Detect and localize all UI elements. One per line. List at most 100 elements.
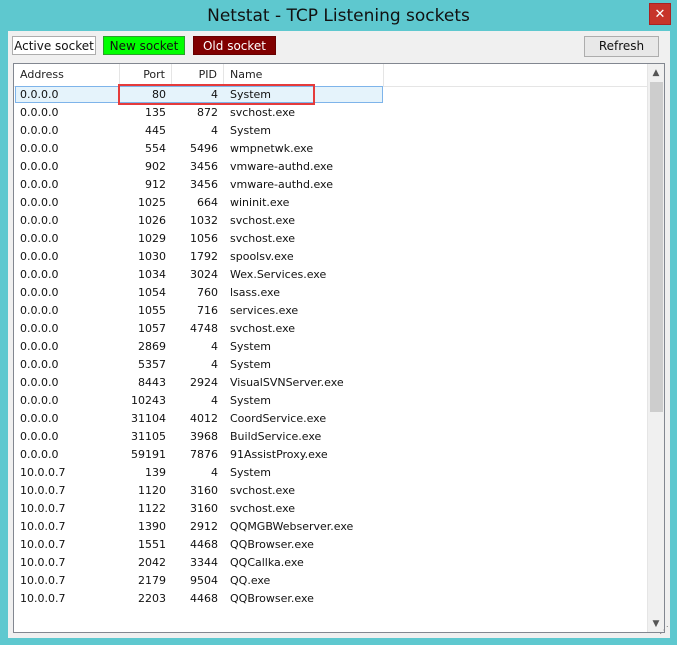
- cell-name: 91AssistProxy.exe: [230, 448, 328, 461]
- cell-name: BuildService.exe: [230, 430, 322, 443]
- cell-address: 10.0.0.7: [20, 466, 66, 479]
- cell-name: svchost.exe: [230, 322, 296, 335]
- cell-port: 912: [145, 178, 166, 191]
- close-button[interactable]: ✕: [649, 3, 671, 25]
- cell-name: spoolsv.exe: [230, 250, 294, 263]
- table-row[interactable]: 10.0.0.7 1122 3160 svchost.exe: [14, 500, 647, 518]
- cell-port: 1034: [138, 268, 166, 281]
- cell-pid: 3024: [190, 268, 218, 281]
- cell-name: svchost.exe: [230, 484, 296, 497]
- cell-port: 902: [145, 160, 166, 173]
- cell-port: 2869: [138, 340, 166, 353]
- vertical-scrollbar[interactable]: ▲ ▼: [647, 64, 664, 632]
- cell-pid: 1792: [190, 250, 218, 263]
- table-row[interactable]: 10.0.0.7 1390 2912 QQMGBWebserver.exe: [14, 518, 647, 536]
- column-header-pid[interactable]: PID: [172, 64, 224, 86]
- table-row[interactable]: 0.0.0.0 1055 716 services.exe: [14, 302, 647, 320]
- cell-port: 1057: [138, 322, 166, 335]
- cell-address: 0.0.0.0: [20, 322, 59, 335]
- table-row[interactable]: 0.0.0.0 1026 1032 svchost.exe: [14, 212, 647, 230]
- close-icon: ✕: [654, 6, 666, 22]
- table-row[interactable]: 0.0.0.0 1054 760 lsass.exe: [14, 284, 647, 302]
- cell-pid: 4468: [190, 592, 218, 605]
- window-title: Netstat - TCP Listening sockets: [207, 6, 470, 26]
- cell-name: System: [230, 394, 272, 407]
- cell-pid: 760: [197, 286, 218, 299]
- cell-address: 0.0.0.0: [20, 88, 59, 101]
- table-row[interactable]: 0.0.0.0 135 872 svchost.exe: [14, 104, 647, 122]
- scroll-up-icon[interactable]: ▲: [648, 64, 664, 81]
- table-row[interactable]: 0.0.0.0 5357 4 System: [14, 356, 647, 374]
- table-row[interactable]: 10.0.0.7 2203 4468 QQBrowser.exe: [14, 590, 647, 608]
- cell-name: lsass.exe: [230, 286, 280, 299]
- table-row[interactable]: 0.0.0.0 8443 2924 VisualSVNServer.exe: [14, 374, 647, 392]
- cell-port: 31104: [131, 412, 166, 425]
- table-row[interactable]: 0.0.0.0 1025 664 wininit.exe: [14, 194, 647, 212]
- cell-port: 1120: [138, 484, 166, 497]
- table-row[interactable]: 0.0.0.0 554 5496 wmpnetwk.exe: [14, 140, 647, 158]
- resize-grip-icon[interactable]: ⋰: [657, 625, 669, 637]
- cell-port: 445: [145, 124, 166, 137]
- cell-address: 10.0.0.7: [20, 556, 66, 569]
- cell-address: 0.0.0.0: [20, 178, 59, 191]
- cell-name: services.exe: [230, 304, 299, 317]
- table-row[interactable]: 0.0.0.0 10243 4 System: [14, 392, 647, 410]
- cell-pid: 2912: [190, 520, 218, 533]
- cell-name: System: [230, 340, 272, 353]
- table-row[interactable]: 0.0.0.0 1029 1056 svchost.exe: [14, 230, 647, 248]
- cell-port: 1030: [138, 250, 166, 263]
- table-row[interactable]: 10.0.0.7 1120 3160 svchost.exe: [14, 482, 647, 500]
- cell-port: 1026: [138, 214, 166, 227]
- table-row[interactable]: 0.0.0.0 31104 4012 CoordService.exe: [14, 410, 647, 428]
- cell-address: 0.0.0.0: [20, 250, 59, 263]
- cell-port: 1055: [138, 304, 166, 317]
- cell-port: 1025: [138, 196, 166, 209]
- table-row[interactable]: 10.0.0.7 2042 3344 QQCallka.exe: [14, 554, 647, 572]
- refresh-button[interactable]: Refresh: [584, 36, 659, 57]
- cell-name: QQCallka.exe: [230, 556, 304, 569]
- title-bar[interactable]: Netstat - TCP Listening sockets ✕: [0, 0, 677, 32]
- cell-address: 10.0.0.7: [20, 502, 66, 515]
- cell-port: 1551: [138, 538, 166, 551]
- table-row[interactable]: 0.0.0.0 59191 7876 91AssistProxy.exe: [14, 446, 647, 464]
- cell-address: 0.0.0.0: [20, 232, 59, 245]
- cell-name: svchost.exe: [230, 502, 296, 515]
- cell-pid: 7876: [190, 448, 218, 461]
- cell-port: 1054: [138, 286, 166, 299]
- cell-address: 0.0.0.0: [20, 358, 59, 371]
- table-row[interactable]: 0.0.0.0 1034 3024 Wex.Services.exe: [14, 266, 647, 284]
- cell-port: 1390: [138, 520, 166, 533]
- cell-name: svchost.exe: [230, 214, 296, 227]
- table-row[interactable]: 0.0.0.0 2869 4 System: [14, 338, 647, 356]
- column-header-port[interactable]: Port: [120, 64, 172, 86]
- socket-list[interactable]: Address Port PID Name 0.0.0.0 80 4 System 0.…: [13, 63, 665, 633]
- cell-port: 554: [145, 142, 166, 155]
- table-row[interactable]: 10.0.0.7 1551 4468 QQBrowser.exe: [14, 536, 647, 554]
- column-header-address[interactable]: Address: [14, 64, 120, 86]
- table-row[interactable]: 0.0.0.0 1057 4748 svchost.exe: [14, 320, 647, 338]
- cell-pid: 664: [197, 196, 218, 209]
- cell-address: 10.0.0.7: [20, 538, 66, 551]
- cell-name: CoordService.exe: [230, 412, 327, 425]
- cell-pid: 1032: [190, 214, 218, 227]
- scroll-thumb[interactable]: [650, 82, 663, 412]
- table-row[interactable]: 0.0.0.0 31105 3968 BuildService.exe: [14, 428, 647, 446]
- active-socket-legend: Active socket: [12, 36, 96, 55]
- table-row[interactable]: 0.0.0.0 912 3456 vmware-authd.exe: [14, 176, 647, 194]
- cell-name: vmware-authd.exe: [230, 160, 333, 173]
- table-row[interactable]: 0.0.0.0 902 3456 vmware-authd.exe: [14, 158, 647, 176]
- table-row[interactable]: 0.0.0.0 80 4 System: [14, 84, 647, 105]
- table-row[interactable]: 0.0.0.0 445 4 System: [14, 122, 647, 140]
- cell-pid: 1056: [190, 232, 218, 245]
- cell-name: QQ.exe: [230, 574, 271, 587]
- cell-address: 10.0.0.7: [20, 574, 66, 587]
- cell-address: 10.0.0.7: [20, 484, 66, 497]
- column-header-name[interactable]: Name: [224, 64, 384, 86]
- table-row[interactable]: 10.0.0.7 2179 9504 QQ.exe: [14, 572, 647, 590]
- table-row[interactable]: 10.0.0.7 139 4 System: [14, 464, 647, 482]
- cell-address: 0.0.0.0: [20, 340, 59, 353]
- cell-port: 2203: [138, 592, 166, 605]
- table-row[interactable]: 0.0.0.0 1030 1792 spoolsv.exe: [14, 248, 647, 266]
- cell-port: 1029: [138, 232, 166, 245]
- cell-address: 10.0.0.7: [20, 592, 66, 605]
